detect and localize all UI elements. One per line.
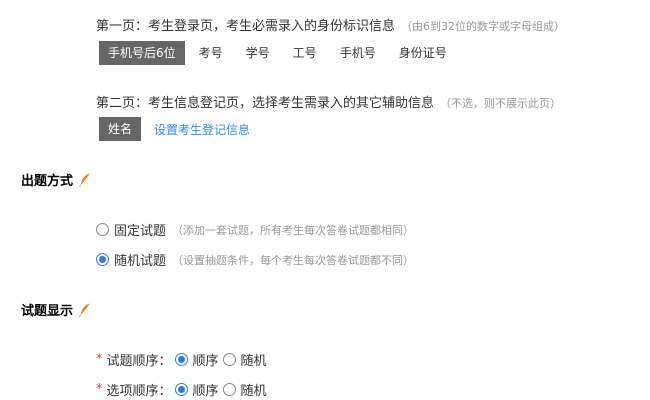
radio-option-order-random[interactable] (222, 383, 236, 396)
page2-hint: （不选，则不展示此页） (440, 97, 562, 110)
option-order-random[interactable]: 随机 (222, 380, 267, 399)
option-fixed-questions[interactable]: 固定试题 （添加一套试题，所有考生每次答卷试题都相同） (96, 220, 414, 239)
option-fixed-hint: （添加一套试题，所有考生每次答卷试题都相同） (172, 223, 415, 237)
tag-student-number[interactable]: 学号 (237, 41, 279, 65)
tag-id-card-number[interactable]: 身份证号 (390, 41, 456, 65)
feather-pen-icon (79, 173, 90, 187)
page2-heading: 第二页：考生信息登记页，选择考生需录入的其它辅助信息 (96, 96, 435, 111)
radio-question-order-sequential[interactable] (174, 353, 188, 366)
option-order-sequential-label: 顺序 (192, 384, 219, 399)
page1-heading: 第一页：考生登录页，考生必需录入的身份标识信息 (96, 19, 396, 34)
section-question-mode-title: 出题方式 (21, 174, 74, 189)
required-mark: * (96, 352, 103, 367)
page2-heading-row: 第二页：考生信息登记页，选择考生需录入的其它辅助信息 （不选，则不展示此页） (96, 92, 561, 111)
tag-exam-number[interactable]: 考号 (190, 41, 232, 65)
option-random-questions[interactable]: 随机试题 （设置抽题条件，每个考生每次答卷试题都不同） (96, 250, 414, 269)
question-order-sequential-label: 顺序 (192, 354, 219, 369)
question-order-sequential[interactable]: 顺序 (174, 350, 219, 369)
tag-phone-number[interactable]: 手机号 (331, 41, 385, 65)
section-display-title: 试题显示 (21, 304, 74, 319)
radio-random-questions[interactable] (96, 253, 109, 266)
tag-employee-number[interactable]: 工号 (284, 41, 326, 65)
section-question-mode-title-row: 出题方式 (21, 170, 91, 189)
page2-info-tags: 姓名 设置考生登记信息 (99, 117, 250, 141)
radio-fixed-questions[interactable] (96, 223, 109, 236)
option-order-sequential[interactable]: 顺序 (174, 380, 219, 399)
tag-phone-last6[interactable]: 手机号后6位 (99, 41, 185, 65)
radio-option-order-sequential[interactable] (174, 383, 188, 396)
set-registration-info-link[interactable]: 设置考生登记信息 (154, 121, 250, 138)
question-order-label: 试题顺序： (106, 354, 172, 369)
page1-heading-row: 第一页：考生登录页，考生必需录入的身份标识信息 （由6到32位的数字或字母组成） (96, 15, 565, 34)
option-random-label: 随机试题 (114, 254, 167, 269)
question-order-random-label: 随机 (240, 354, 267, 369)
option-order-row: * 选项顺序： 顺序 随机 (96, 380, 271, 399)
page1-hint: （由6到32位的数字或字母组成） (401, 20, 566, 33)
option-order-random-label: 随机 (240, 384, 267, 399)
page1-identity-tags: 手机号后6位 考号 学号 工号 手机号 身份证号 (99, 41, 456, 65)
section-display-title-row: 试题显示 (21, 300, 91, 319)
option-fixed-label: 固定试题 (114, 224, 167, 239)
question-order-random[interactable]: 随机 (222, 350, 267, 369)
option-random-hint: （设置抽题条件，每个考生每次答卷试题都不同） (172, 253, 415, 267)
tag-name[interactable]: 姓名 (99, 117, 142, 141)
question-order-row: * 试题顺序： 顺序 随机 (96, 350, 271, 369)
option-order-label: 选项顺序： (106, 384, 172, 399)
required-mark: * (96, 382, 103, 397)
radio-question-order-random[interactable] (222, 353, 236, 366)
feather-pen-icon (79, 303, 90, 317)
